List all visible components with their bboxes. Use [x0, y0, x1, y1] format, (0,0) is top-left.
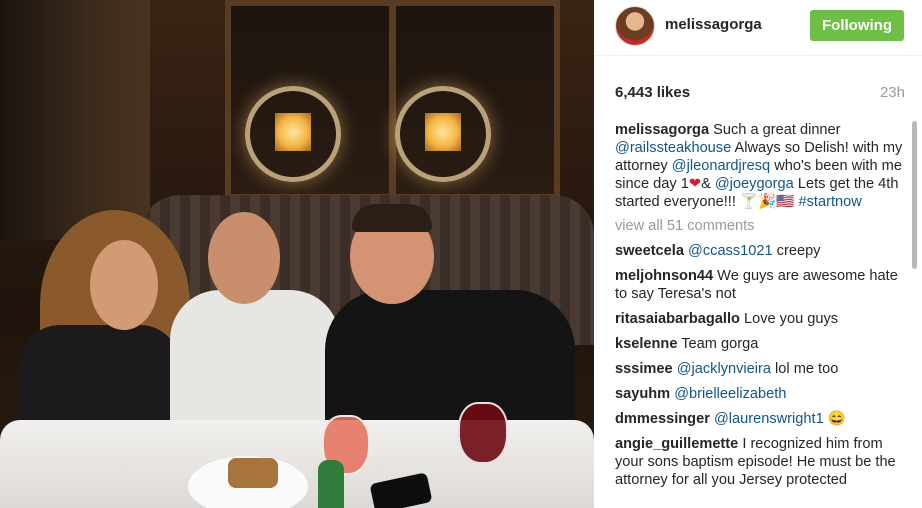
- comment: sssimee @jacklynvieira lol me too: [615, 360, 905, 378]
- comment: angie_guillemette I recognized him from …: [615, 435, 905, 489]
- post-photo[interactable]: [0, 0, 594, 508]
- following-button[interactable]: Following: [810, 10, 904, 41]
- comment: dmmessinger @laurenswright1 😄: [615, 410, 905, 428]
- avatar[interactable]: [615, 6, 655, 46]
- bottle: [318, 460, 344, 508]
- comment: meljohnson44 We guys are awesome hate to…: [615, 267, 905, 303]
- comment-username[interactable]: sssimee: [615, 361, 673, 377]
- caption-username[interactable]: melissagorga: [615, 122, 709, 138]
- comment-username[interactable]: sayuhm: [615, 386, 670, 402]
- person-head: [208, 212, 280, 304]
- comment-username[interactable]: ritasaiabarbagallo: [615, 311, 740, 327]
- comment-text: lol me too: [770, 361, 839, 377]
- food: [228, 458, 278, 488]
- mention-link[interactable]: @joeygorga: [715, 176, 794, 192]
- hashtag-link[interactable]: #startnow: [799, 194, 862, 210]
- person-body: [170, 290, 340, 440]
- comment-text: Team gorga: [677, 336, 759, 352]
- comment-text: 😄: [823, 411, 846, 427]
- comment-username[interactable]: angie_guillemette: [615, 436, 738, 452]
- wall-decor: [0, 0, 150, 240]
- comment: sweetcela @ccass1021 creepy: [615, 242, 905, 260]
- comment-text: Love you guys: [739, 311, 839, 327]
- comments-scrollbar[interactable]: [912, 121, 917, 269]
- comment-username[interactable]: meljohnson44: [615, 268, 713, 284]
- post-time[interactable]: 23h: [880, 84, 905, 101]
- mention-link[interactable]: @laurenswright1: [714, 411, 824, 427]
- wine-glass: [458, 402, 508, 464]
- likes-count[interactable]: 6,443 likes: [615, 84, 690, 101]
- mention-link[interactable]: @ccass1021: [688, 243, 773, 259]
- person-hair: [352, 204, 432, 232]
- comment: ritasaiabarbagallo Love you guys: [615, 310, 905, 328]
- comment: kselenne Team gorga: [615, 335, 905, 353]
- post-header: melissagorga Following: [594, 0, 922, 56]
- post-sidebar: melissagorga Following 6,443 likes 23h m…: [594, 0, 922, 508]
- lamp: [395, 86, 491, 182]
- person-face: [90, 240, 158, 330]
- comments-section: melissagorga Such a great dinner @railss…: [615, 121, 905, 489]
- mention-link[interactable]: @railssteakhouse: [615, 140, 731, 156]
- comment-text: creepy: [772, 243, 821, 259]
- post-username[interactable]: melissagorga: [665, 16, 762, 33]
- heart-emoji: ❤: [688, 176, 702, 192]
- caption-text: &: [701, 176, 715, 192]
- comment: sayuhm @brielleelizabeth: [615, 385, 905, 403]
- post-stats: 6,443 likes 23h: [615, 84, 905, 104]
- comment-username[interactable]: sweetcela: [615, 243, 684, 259]
- mention-link[interactable]: @jleonardjresq: [672, 158, 770, 174]
- comment-username[interactable]: kselenne: [615, 336, 677, 352]
- comment-username[interactable]: dmmessinger: [615, 411, 710, 427]
- mention-link[interactable]: @jacklynvieira: [677, 361, 771, 377]
- mention-link[interactable]: @brielleelizabeth: [674, 386, 786, 402]
- caption-text: Such a great dinner: [709, 122, 841, 138]
- lamp: [245, 86, 341, 182]
- caption: melissagorga Such a great dinner @railss…: [615, 121, 905, 211]
- view-all-comments-link[interactable]: view all 51 comments: [615, 217, 905, 235]
